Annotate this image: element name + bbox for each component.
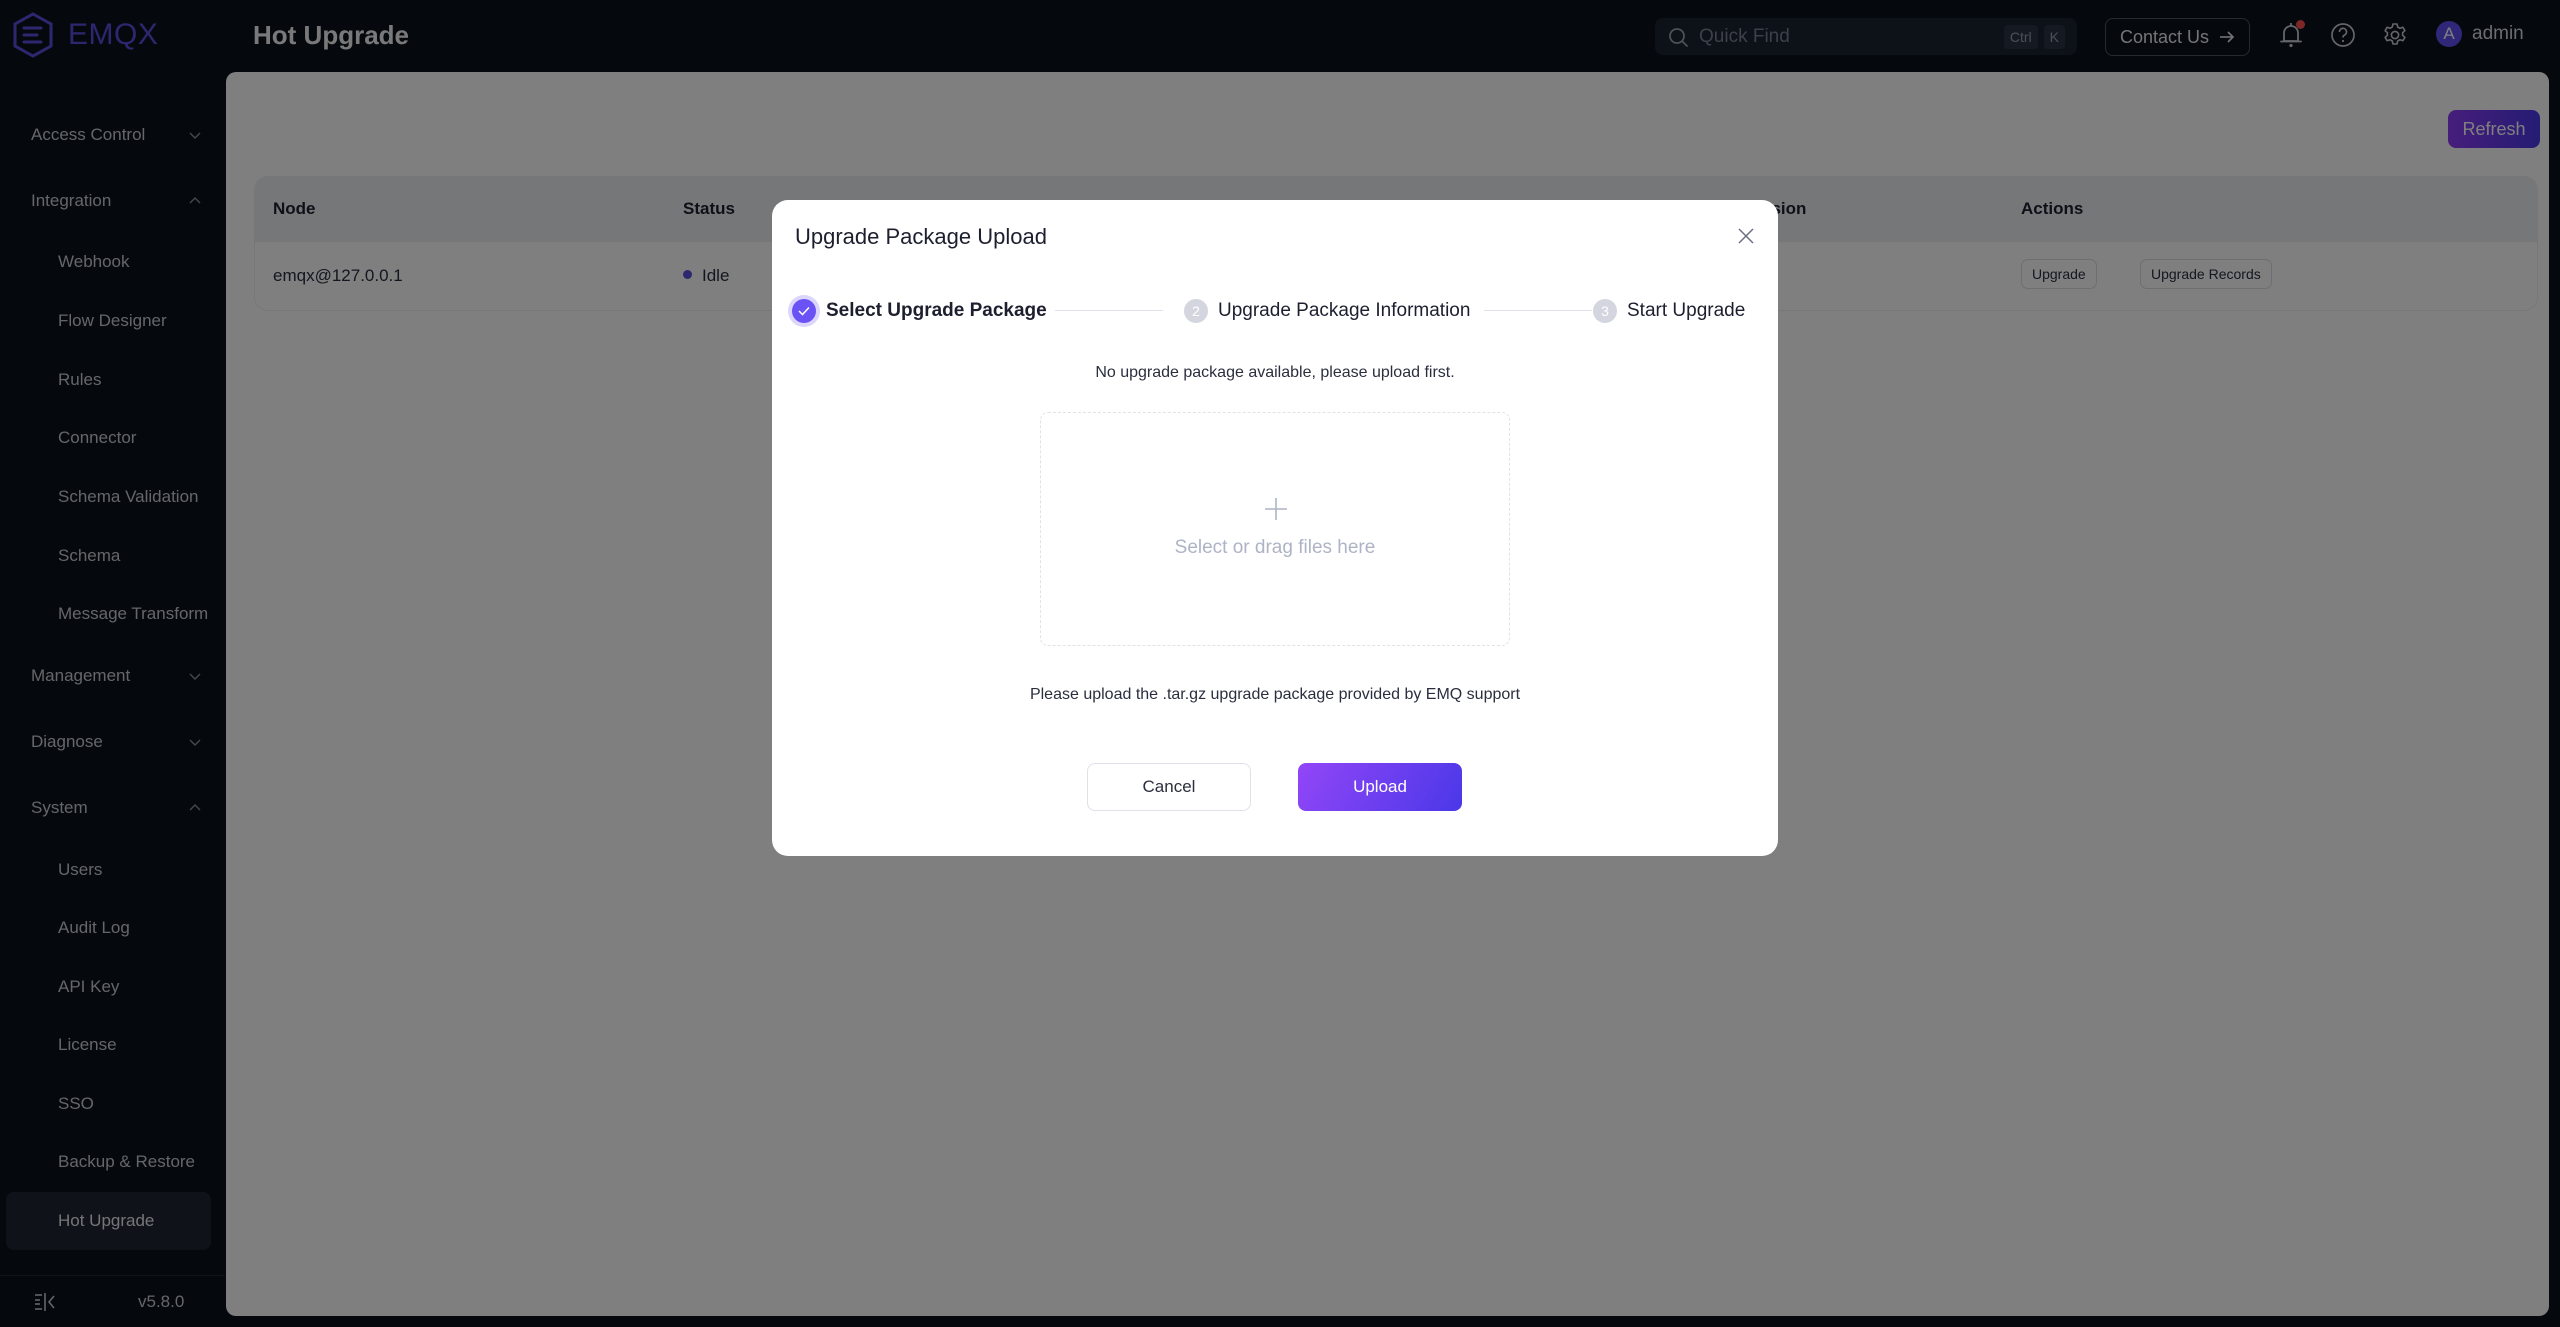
upload-hint: Please upload the .tar.gz upgrade packag… (1029, 686, 1521, 703)
step-number: 3 (1593, 299, 1617, 323)
dialog-title: Upgrade Package Upload (795, 224, 1047, 249)
plus-icon (1265, 498, 1287, 520)
file-dropzone[interactable]: Select or drag files here (1040, 412, 1510, 646)
upgrade-steps: Select Upgrade Package 2 Upgrade Package… (792, 296, 1758, 326)
close-icon[interactable] (1736, 226, 1756, 246)
empty-message: No upgrade package available, please upl… (1095, 364, 1455, 381)
step-connector (1055, 310, 1163, 311)
step-label: Upgrade Package Information (1218, 300, 1471, 321)
upgrade-package-upload-dialog: Upgrade Package Upload Select Upgrade Pa… (772, 200, 1778, 856)
cancel-button[interactable]: Cancel (1087, 763, 1251, 811)
step-number: 2 (1184, 299, 1208, 323)
step-upgrade-package-information: 2 Upgrade Package Information (1184, 296, 1470, 326)
step-label: Select Upgrade Package (826, 300, 1047, 321)
upload-button[interactable]: Upload (1298, 763, 1462, 811)
step-start-upgrade: 3 Start Upgrade (1593, 296, 1745, 326)
step-select-upgrade-package: Select Upgrade Package (792, 296, 1047, 326)
check-icon (792, 299, 816, 323)
step-connector (1484, 310, 1592, 311)
dropzone-text: Select or drag files here (1174, 537, 1376, 558)
step-label: Start Upgrade (1627, 300, 1746, 321)
